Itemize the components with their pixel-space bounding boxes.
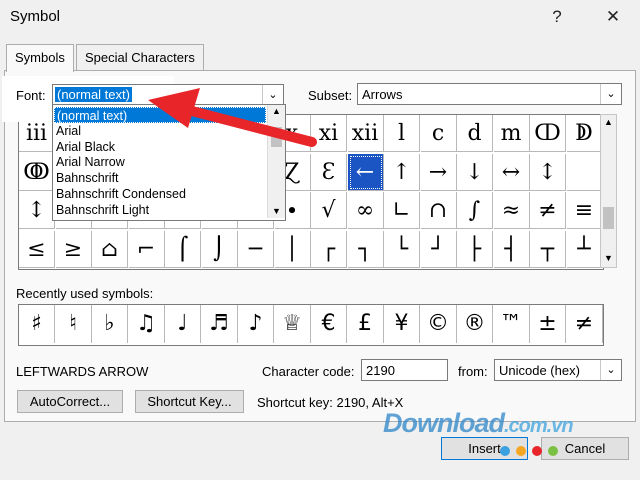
recent-symbol[interactable]: ™: [494, 305, 530, 343]
recent-symbol[interactable]: ♫: [129, 305, 165, 343]
recent-symbols-label: Recently used symbols:: [16, 286, 154, 301]
symbol-cell[interactable]: ↕: [19, 192, 55, 229]
symbol-cell[interactable]: │: [274, 230, 311, 268]
watermark-dots: [500, 444, 564, 459]
recent-symbol[interactable]: ♪: [238, 305, 274, 343]
symbol-cell[interactable]: Ɛ: [311, 153, 347, 191]
symbol-cell[interactable]: ⌠: [165, 230, 201, 268]
recent-symbol[interactable]: ♬: [202, 305, 238, 343]
symbol-cell[interactable]: ─: [238, 230, 274, 268]
symbol-cell[interactable]: ↂ: [19, 153, 55, 191]
symbol-cell[interactable]: ≠: [530, 192, 566, 229]
symbol-cell[interactable]: l: [384, 115, 420, 152]
tab-special-characters[interactable]: Special Characters: [76, 44, 204, 71]
tab-symbols[interactable]: Symbols: [6, 44, 74, 72]
symbol-cell[interactable]: ↕: [530, 153, 566, 191]
symbol-cell[interactable]: ┬: [530, 230, 566, 268]
symbol-cell[interactable]: ├: [457, 230, 493, 268]
from-combobox[interactable]: Unicode (hex) ⌄: [494, 359, 622, 381]
chevron-down-icon[interactable]: ⌄: [600, 360, 621, 380]
symbol-cell[interactable]: √: [311, 192, 347, 229]
recent-symbol[interactable]: £: [348, 305, 384, 343]
font-option[interactable]: Arial Narrow: [54, 154, 266, 170]
symbol-cell[interactable]: ↀ: [530, 115, 566, 152]
symbol-cell[interactable]: ≥: [55, 230, 92, 268]
shortcut-key-button[interactable]: Shortcut Key...: [135, 390, 244, 413]
symbol-cell[interactable]: m: [493, 115, 530, 152]
recent-symbol[interactable]: ♕: [275, 305, 311, 343]
symbol-cell[interactable]: ↁ: [566, 115, 603, 152]
symbol-cell[interactable]: ≤: [19, 230, 55, 268]
watermark-logo: Download.com.vn: [383, 408, 574, 438]
symbol-cell[interactable]: ↔: [493, 153, 530, 191]
symbol-cell[interactable]: ┴: [566, 230, 603, 268]
symbol-cell[interactable]: ∞: [347, 192, 384, 229]
subset-value: Arrows: [362, 87, 403, 102]
subset-combobox[interactable]: Arrows ⌄: [357, 83, 622, 105]
chevron-down-icon[interactable]: ▼: [604, 253, 613, 263]
recent-symbol[interactable]: ♯: [19, 305, 55, 343]
chevron-down-icon[interactable]: ⌄: [600, 84, 621, 104]
annotation-arrow: [148, 88, 317, 147]
symbol-cell[interactable]: ∫: [457, 192, 493, 229]
character-name: LEFTWARDS ARROW: [16, 364, 149, 379]
character-code-input[interactable]: 2190: [361, 359, 448, 381]
symbol-cell[interactable]: ≈: [493, 192, 530, 229]
symbol-cell[interactable]: ⌡: [201, 230, 238, 268]
symbol-cell[interactable]: ↓: [457, 153, 493, 191]
symbol-cell[interactable]: ┤: [493, 230, 530, 268]
symbol-cell[interactable]: ∩: [420, 192, 457, 229]
window-title: Symbol: [10, 8, 61, 25]
symbol-cell[interactable]: ┌: [311, 230, 347, 268]
symbol-cell[interactable]: ┐: [347, 230, 384, 268]
recent-symbol[interactable]: ¥: [384, 305, 420, 343]
close-button[interactable]: ✕: [600, 4, 626, 30]
recent-symbols-list: ♯ ♮ ♭ ♫ ♩ ♬ ♪ ♕ € £ ¥ © ® ™ ± ≠: [18, 304, 604, 346]
symbol-cell[interactable]: c: [420, 115, 457, 152]
recent-symbol[interactable]: ♭: [92, 305, 128, 343]
recent-symbol[interactable]: ≠: [567, 305, 603, 343]
font-value: (normal text): [55, 87, 132, 102]
autocorrect-button[interactable]: AutoCorrect...: [17, 390, 123, 413]
symbol-cell[interactable]: ∟: [384, 192, 420, 229]
font-option[interactable]: Bahnschrift Light: [54, 202, 266, 218]
from-label: from:: [458, 364, 488, 379]
recent-symbol[interactable]: ©: [421, 305, 457, 343]
help-button[interactable]: ?: [544, 4, 570, 30]
symbol-cell[interactable]: →: [420, 153, 457, 191]
recent-symbol[interactable]: ♮: [56, 305, 92, 343]
font-label: Font:: [16, 88, 46, 103]
scroll-thumb[interactable]: [603, 207, 614, 229]
character-code-label: Character code:: [262, 364, 355, 379]
from-value: Unicode (hex): [499, 363, 580, 378]
symbol-cell[interactable]: ⌐: [128, 230, 165, 268]
recent-symbol[interactable]: €: [311, 305, 347, 343]
symbol-cell[interactable]: [566, 153, 603, 191]
chevron-down-icon[interactable]: ▼: [272, 206, 281, 216]
symbol-cell[interactable]: d: [457, 115, 493, 152]
font-option[interactable]: Bahnschrift Condensed: [54, 186, 266, 202]
recent-symbol[interactable]: ♩: [165, 305, 201, 343]
shortcut-key-text: Shortcut key: 2190, Alt+X: [257, 395, 404, 410]
symbol-grid-scrollbar[interactable]: ▲ ▼: [600, 114, 617, 268]
symbol-cell[interactable]: ↑: [384, 153, 420, 191]
chevron-up-icon[interactable]: ▲: [604, 117, 613, 127]
symbol-cell[interactable]: ┘: [420, 230, 457, 268]
symbol-cell[interactable]: xii: [347, 115, 384, 152]
recent-symbol[interactable]: ®: [457, 305, 493, 343]
symbol-cell[interactable]: ⌂: [92, 230, 128, 268]
font-option[interactable]: Bahnschrift: [54, 170, 266, 186]
symbol-cell[interactable]: ←: [347, 153, 384, 191]
recent-symbol[interactable]: ±: [530, 305, 566, 343]
symbol-cell[interactable]: └: [384, 230, 420, 268]
symbol-cell[interactable]: ≡: [566, 192, 603, 229]
